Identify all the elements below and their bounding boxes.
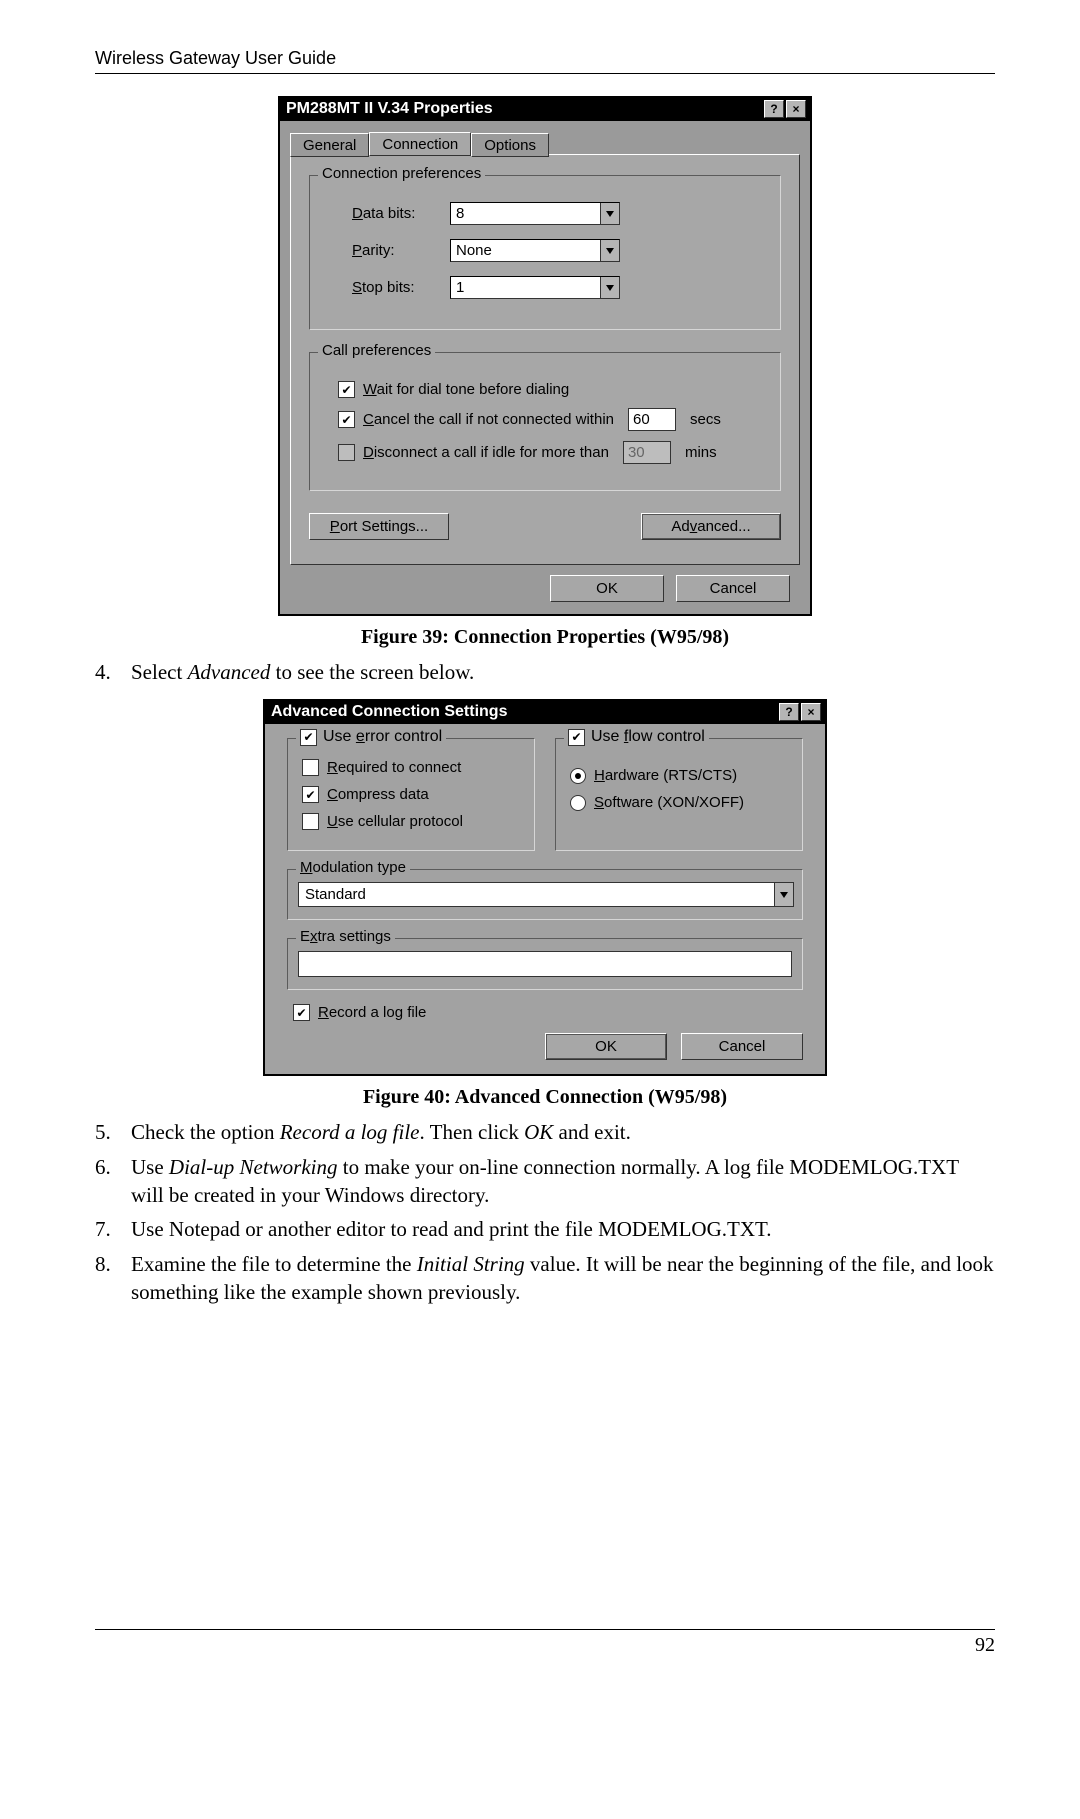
- ok-button[interactable]: OK: [550, 575, 664, 602]
- cancel-button[interactable]: Cancel: [676, 575, 790, 602]
- software-radio[interactable]: [570, 795, 586, 811]
- tab-connection[interactable]: Connection: [369, 132, 471, 156]
- step-5: Check the option Record a log file. Then…: [131, 1115, 995, 1149]
- stop-bits-label: Stop bits:: [352, 279, 434, 296]
- use-error-control-label: Use error control: [323, 728, 442, 746]
- disconnect-label: Disconnect a call if idle for more than: [363, 444, 609, 461]
- connection-preferences: Connection preferences Data bits: 8 Pari…: [309, 175, 781, 330]
- required-label: Required to connect: [327, 759, 461, 776]
- step-num: 8.: [95, 1247, 131, 1310]
- cellular-label: Use cellular protocol: [327, 813, 463, 830]
- cancel-button[interactable]: Cancel: [681, 1033, 803, 1060]
- secs-label: secs: [690, 411, 721, 428]
- disconnect-checkbox[interactable]: [338, 444, 355, 461]
- chevron-down-icon[interactable]: [600, 277, 619, 298]
- page-number: 92: [95, 1629, 995, 1657]
- use-flow-control-label: Use flow control: [591, 728, 705, 746]
- advanced-connection-dialog: Advanced Connection Settings ? × ✔ Use e…: [263, 699, 827, 1076]
- step-num: 4.: [95, 655, 131, 689]
- tab-options[interactable]: Options: [471, 133, 549, 157]
- modulation-group: Modulation type Standard: [287, 869, 803, 920]
- step-4: Select Advanced to see the screen below.: [131, 655, 474, 689]
- call-preferences: Call preferences ✔ Wait for dial tone be…: [309, 352, 781, 491]
- titlebar: Advanced Connection Settings ? ×: [265, 701, 825, 724]
- data-bits-select[interactable]: 8: [450, 202, 620, 225]
- record-log-label: Record a log file: [318, 1004, 426, 1021]
- disconnect-mins-input: 30: [623, 441, 671, 464]
- step-8: Examine the file to determine the Initia…: [131, 1247, 995, 1310]
- cancel-label: Cancel the call if not connected within: [363, 411, 614, 428]
- help-icon[interactable]: ?: [779, 703, 799, 721]
- wait-checkbox[interactable]: ✔: [338, 381, 355, 398]
- cellular-checkbox[interactable]: [302, 813, 319, 830]
- hardware-label: Hardware (RTS/CTS): [594, 767, 737, 784]
- cancel-checkbox[interactable]: ✔: [338, 411, 355, 428]
- extra-settings-group: Extra settings: [287, 938, 803, 990]
- modulation-select[interactable]: Standard: [298, 882, 794, 907]
- modulation-label: Modulation type: [296, 859, 410, 876]
- tab-general[interactable]: General: [290, 133, 369, 157]
- help-icon[interactable]: ?: [764, 100, 784, 118]
- compress-checkbox[interactable]: ✔: [302, 786, 319, 803]
- port-settings-button[interactable]: Port Settings...: [309, 513, 449, 540]
- use-flow-control-checkbox[interactable]: ✔: [568, 729, 585, 746]
- step-num: 5.: [95, 1115, 131, 1149]
- titlebar: PM288MT II V.34 Properties ? ×: [280, 98, 810, 121]
- step-6: Use Dial-up Networking to make your on-l…: [131, 1150, 995, 1213]
- step-num: 6.: [95, 1150, 131, 1213]
- step-7: Use Notepad or another editor to read an…: [131, 1212, 995, 1246]
- chevron-down-icon[interactable]: [600, 203, 619, 224]
- group-title: Connection preferences: [318, 165, 485, 182]
- extra-settings-label: Extra settings: [296, 928, 395, 945]
- extra-settings-input[interactable]: [298, 951, 792, 977]
- doc-header: Wireless Gateway User Guide: [95, 48, 995, 74]
- chevron-down-icon[interactable]: [600, 240, 619, 261]
- error-control-group: ✔ Use error control Required to connect …: [287, 738, 535, 851]
- figure-40-caption: Figure 40: Advanced Connection (W95/98): [95, 1086, 995, 1109]
- use-error-control-checkbox[interactable]: ✔: [300, 729, 317, 746]
- mins-label: mins: [685, 444, 717, 461]
- wait-label: Wait for dial tone before dialing: [363, 381, 569, 398]
- software-label: Software (XON/XOFF): [594, 794, 744, 811]
- ok-button[interactable]: OK: [545, 1033, 667, 1060]
- data-bits-label: Data bits:: [352, 205, 434, 222]
- record-log-checkbox[interactable]: ✔: [293, 1004, 310, 1021]
- required-checkbox[interactable]: [302, 759, 319, 776]
- parity-label: Parity:: [352, 242, 434, 259]
- hardware-radio[interactable]: [570, 768, 586, 784]
- step-num: 7.: [95, 1212, 131, 1246]
- close-icon[interactable]: ×: [801, 703, 821, 721]
- parity-select[interactable]: None: [450, 239, 620, 262]
- chevron-down-icon[interactable]: [774, 883, 793, 906]
- properties-dialog: PM288MT II V.34 Properties ? × General C…: [278, 96, 812, 616]
- stop-bits-select[interactable]: 1: [450, 276, 620, 299]
- compress-label: Compress data: [327, 786, 429, 803]
- group-title: Call preferences: [318, 342, 435, 359]
- dialog-title: Advanced Connection Settings: [271, 703, 507, 721]
- flow-control-group: ✔ Use flow control Hardware (RTS/CTS) So…: [555, 738, 803, 851]
- advanced-button[interactable]: Advanced...: [641, 513, 781, 540]
- cancel-secs-input[interactable]: 60: [628, 408, 676, 431]
- figure-39-caption: Figure 39: Connection Properties (W95/98…: [95, 626, 995, 649]
- dialog-title: PM288MT II V.34 Properties: [286, 100, 493, 118]
- close-icon[interactable]: ×: [786, 100, 806, 118]
